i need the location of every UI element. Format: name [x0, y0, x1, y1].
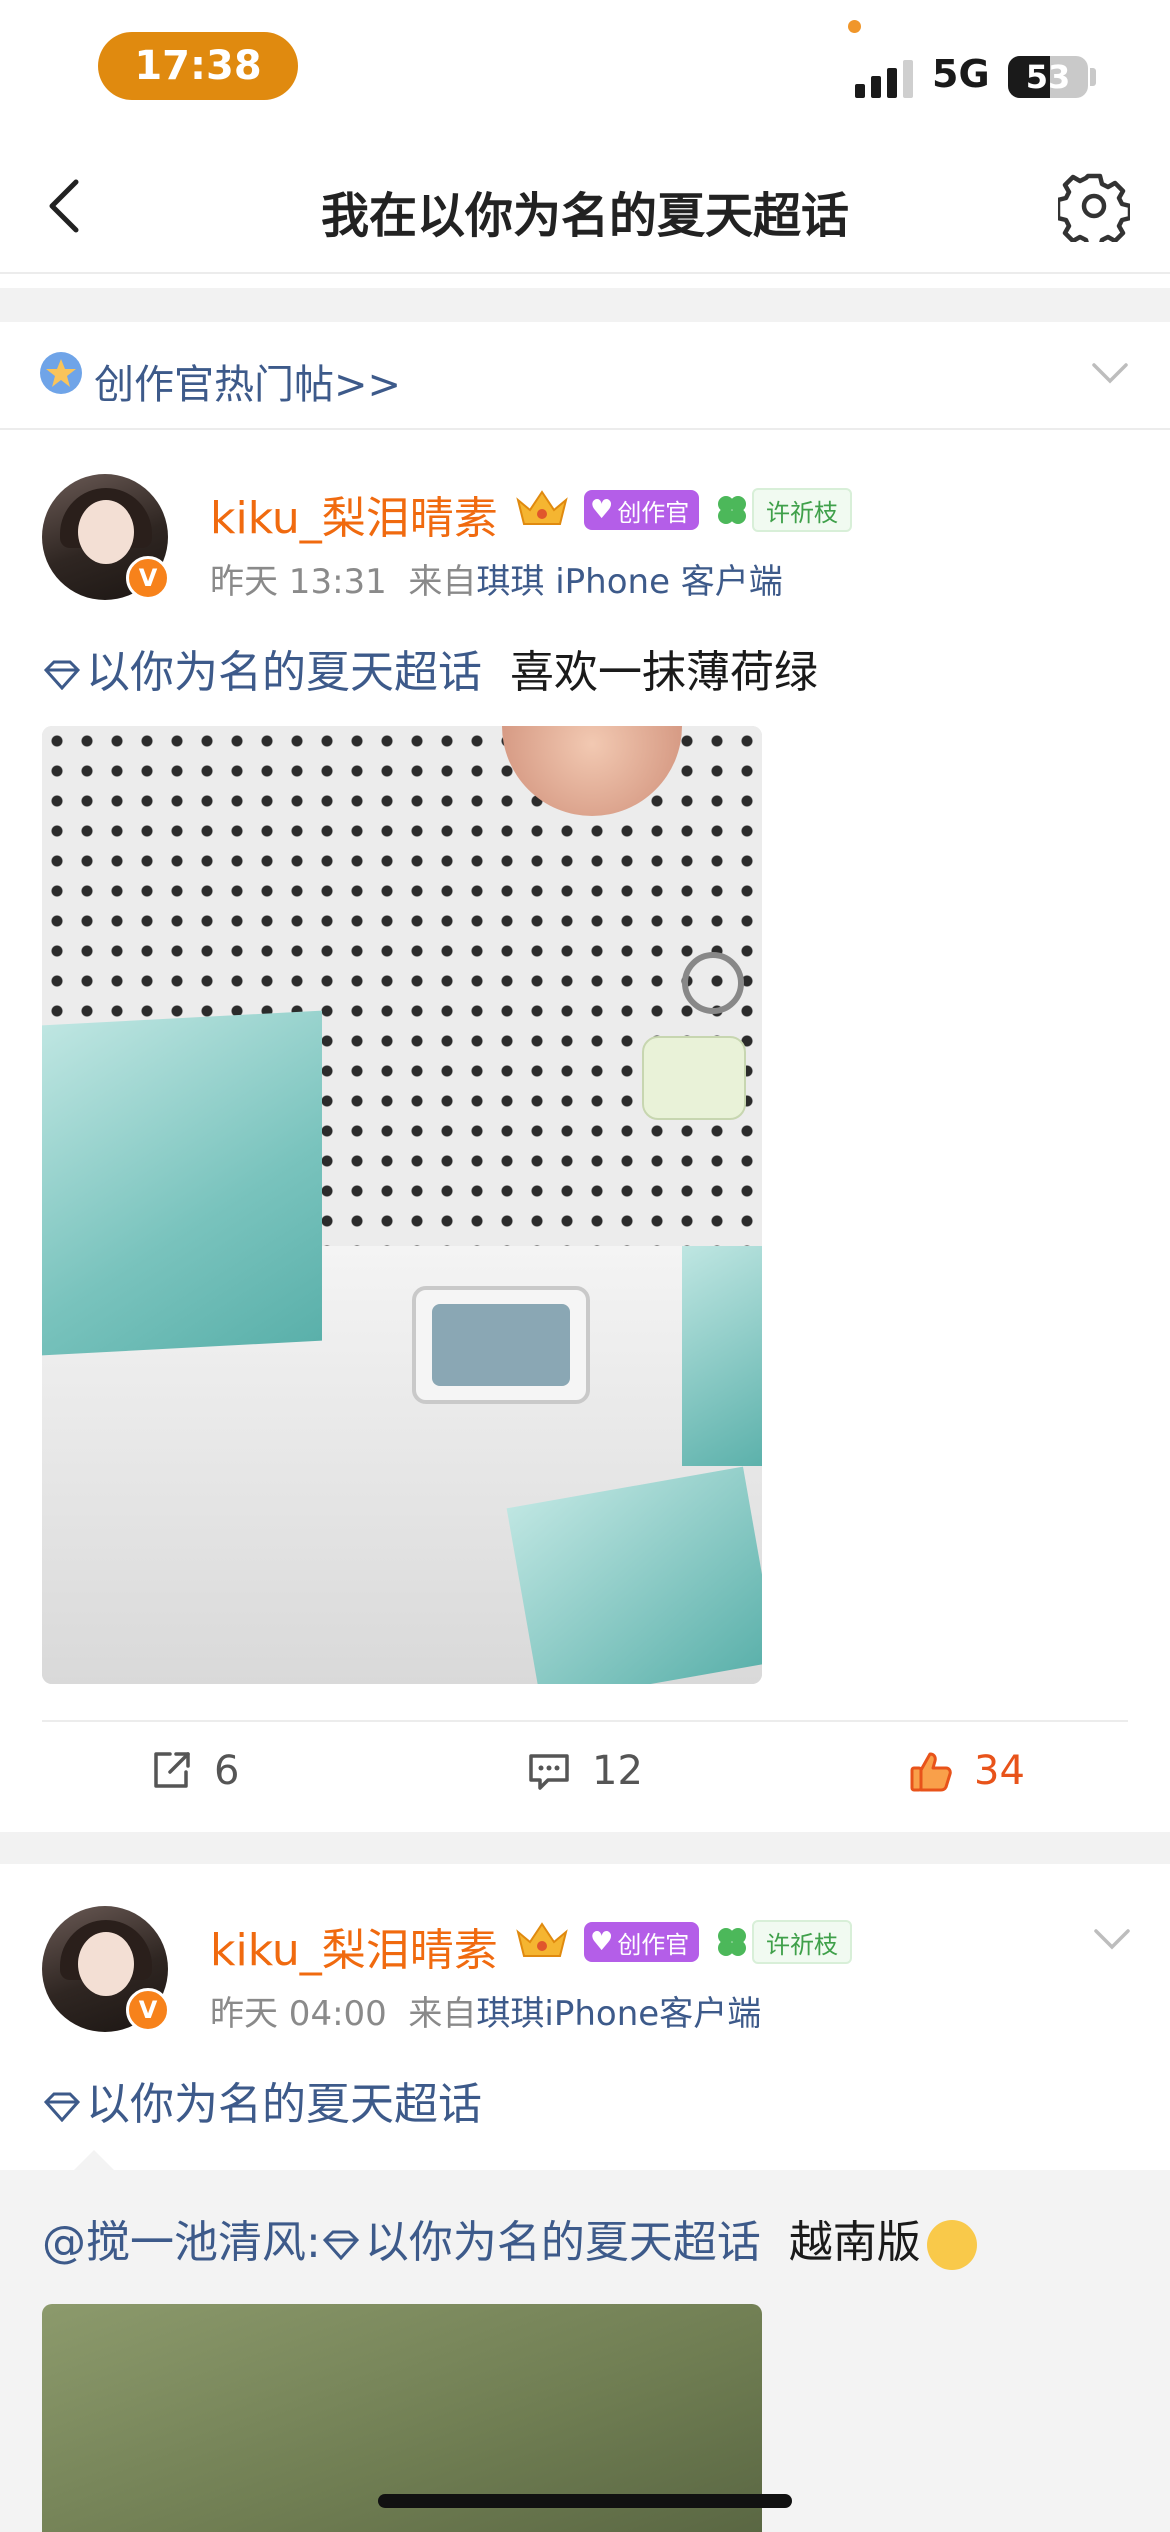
photo-charm — [642, 1036, 746, 1120]
creator-badge: ♥ 创作官 — [584, 490, 700, 530]
chevron-down-icon[interactable] — [1092, 1926, 1132, 1952]
verified-badge: V — [126, 1988, 170, 2032]
crown-icon — [516, 1922, 568, 1957]
source-prefix: 来自 — [408, 1994, 477, 2034]
post-source: 琪琪iPhone客户端 — [476, 1994, 762, 2034]
badge-icon — [40, 352, 82, 394]
comment-button[interactable]: 12 — [526, 1748, 643, 1794]
photo-book — [42, 1010, 322, 1356]
status-time: 17:38 — [98, 32, 298, 100]
chevron-down-icon[interactable] — [1090, 360, 1130, 386]
comment-count: 12 — [592, 1748, 643, 1794]
battery-tip — [1090, 68, 1096, 86]
creator-badge-label: 创作官 — [617, 498, 690, 527]
post-text: 以你为名的夏天超话 — [42, 2068, 482, 2132]
privacy-indicator-dot — [848, 20, 861, 33]
post-separator — [0, 1832, 1170, 1864]
supertopic-icon — [43, 2092, 81, 2123]
photo-tin — [412, 1286, 590, 1404]
gear-icon[interactable] — [1058, 170, 1130, 242]
post-image[interactable] — [42, 726, 762, 1684]
post-meta: 昨天 04:00 来自琪琪iPhone客户端 — [210, 1986, 761, 2035]
nav-divider — [0, 272, 1170, 274]
repost-pointer — [72, 2150, 116, 2172]
creator-badge-icon: ♥ — [590, 1927, 614, 1957]
clover-icon — [718, 496, 746, 524]
post-time: 昨天 04:00 — [210, 1994, 387, 2034]
pleading-emoji-icon — [926, 2220, 977, 2270]
creator-badge: ♥ 创作官 — [584, 1922, 700, 1962]
hot-posts-label[interactable]: 创作官热门帖>> — [94, 352, 401, 410]
repost-text: @搅一池清风: 以你为名的夏天超话 越南版 — [42, 2206, 977, 2270]
share-icon — [154, 1752, 190, 1788]
repost-count: 6 — [214, 1748, 240, 1794]
post-body: 喜欢一抹薄荷绿 — [509, 647, 818, 698]
photo-book-side — [682, 1246, 762, 1466]
wish-badge: 许祈枝 — [752, 488, 852, 532]
avatar-face — [78, 500, 134, 564]
post-text: 以你为名的夏天超话 喜欢一抹薄荷绿 — [42, 636, 818, 700]
repost-body: 越南版 — [788, 2217, 921, 2268]
like-button[interactable]: 34 — [908, 1748, 1025, 1794]
thumbs-up-icon — [910, 1752, 952, 1792]
supertopic-link[interactable]: 以你为名的夏天超话 — [86, 647, 482, 698]
repost-button[interactable]: 6 — [148, 1748, 239, 1794]
creator-badge-label: 创作官 — [617, 1930, 690, 1959]
supertopic-link[interactable]: 以你为名的夏天超话 — [365, 2217, 761, 2268]
crown-icon — [516, 490, 568, 525]
battery-percent: 53 — [1025, 58, 1071, 96]
actions-divider — [42, 1720, 1128, 1722]
post-time: 昨天 13:31 — [210, 562, 387, 602]
source-prefix: 来自 — [408, 562, 477, 602]
clover-icon — [718, 1928, 746, 1956]
post-meta: 昨天 13:31 来自琪琪 iPhone 客户端 — [210, 554, 783, 603]
verified-badge: V — [126, 556, 170, 600]
page-title: 我在以你为名的夏天超话 — [320, 188, 849, 244]
username[interactable]: kiku_梨泪晴素 — [210, 482, 498, 546]
network-type: 5G — [932, 52, 990, 96]
cellular-signal-icon — [855, 58, 915, 98]
avatar-face — [78, 1932, 134, 1996]
creator-badge-icon: ♥ — [590, 495, 614, 525]
wish-badge: 许祈枝 — [752, 1920, 852, 1964]
like-count: 34 — [974, 1748, 1025, 1794]
username[interactable]: kiku_梨泪晴素 — [210, 1914, 498, 1978]
post-source: 琪琪 iPhone 客户端 — [476, 562, 783, 602]
section-gap — [0, 288, 1170, 322]
supertopic-link[interactable]: 以你为名的夏天超话 — [86, 2079, 482, 2130]
battery-icon: 53 — [1008, 56, 1088, 98]
home-indicator — [378, 2494, 792, 2508]
hot-bar-divider — [0, 428, 1170, 430]
mention-link[interactable]: @搅一池清风: — [42, 2217, 321, 2268]
comment-icon — [529, 1754, 569, 1790]
photo-keyring — [682, 952, 744, 1014]
photo-tin-window — [432, 1304, 570, 1386]
supertopic-icon — [43, 660, 81, 691]
supertopic-icon — [322, 2230, 359, 2261]
